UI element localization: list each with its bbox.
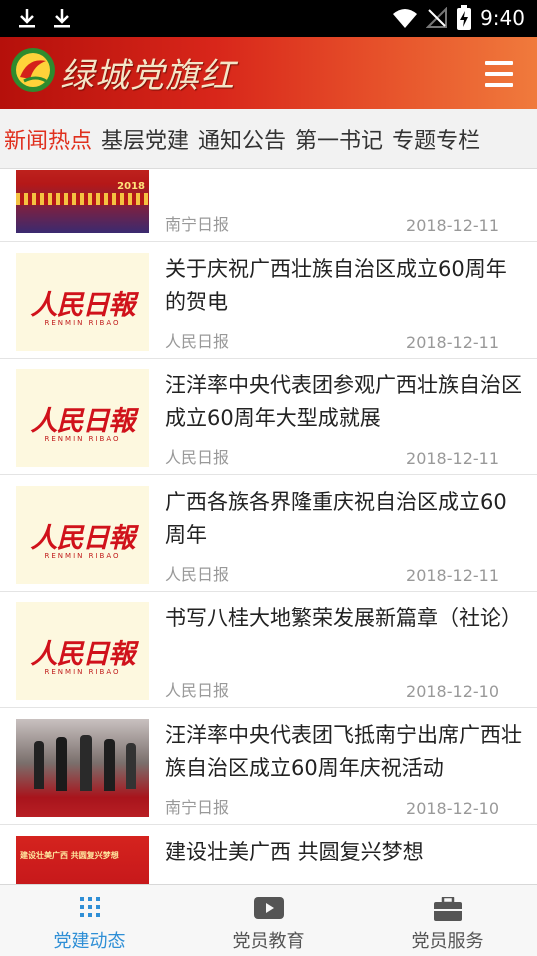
bottom-nav: 党建动态 党员教育 党员服务 — [0, 884, 537, 956]
news-source: 人民日报 — [165, 681, 230, 700]
nav-party-education[interactable]: 党员教育 — [179, 885, 358, 956]
news-title: 广西各族各界隆重庆祝自治区成立60周年 — [165, 490, 507, 547]
news-source: 人民日报 — [165, 448, 230, 467]
nav-party-news[interactable]: 党建动态 — [0, 885, 179, 956]
nav-label: 党建动态 — [53, 931, 126, 952]
news-thumbnail: 人民日報 RENMIN RIBAO — [16, 486, 149, 584]
news-thumbnail: 建设壮美广西 共圆复兴梦想 — [16, 836, 149, 884]
news-list: 2018 南宁日报 2018-12-11 人民日報 RENMIN RIBAO 关… — [0, 170, 537, 884]
news-thumbnail: 人民日報 RENMIN RIBAO — [16, 602, 149, 700]
renmin-ribao-sub: RENMIN RIBAO — [44, 668, 121, 676]
list-item[interactable]: 人民日報 RENMIN RIBAO 广西各族各界隆重庆祝自治区成立60周年 人民… — [0, 476, 537, 592]
category-tabs: 新闻热点 基层党建 通知公告 第一书记 专题专栏 — [0, 109, 537, 169]
status-bar: 9:40 — [0, 0, 537, 37]
news-date: 2018-12-11 — [406, 333, 499, 352]
news-title: 书写八桂大地繁荣发展新篇章（社论） — [165, 606, 522, 630]
news-source: 南宁日报 — [165, 798, 230, 817]
menu-icon — [485, 61, 513, 65]
battery-charging-icon — [457, 5, 471, 30]
party-emblem-logo — [11, 48, 55, 92]
app-title: 绿城党旗红 — [60, 56, 235, 96]
download-icon — [54, 9, 70, 28]
menu-button[interactable] — [485, 61, 513, 87]
list-item[interactable]: 汪洋率中央代表团飞抵南宁出席广西壮族自治区成立60周年庆祝活动 南宁日报 201… — [0, 709, 537, 825]
news-title: 汪洋率中央代表团参观广西壮族自治区成立60周年大型成就展 — [165, 373, 522, 430]
news-date: 2018-12-10 — [406, 682, 499, 701]
news-date: 2018-12-10 — [406, 799, 499, 818]
tab-news-hotspot[interactable]: 新闻热点 — [4, 123, 92, 155]
thumbnail-banner-text: 建设壮美广西 共圆复兴梦想 — [20, 851, 119, 860]
list-item[interactable]: 2018 南宁日报 2018-12-11 — [0, 170, 537, 242]
news-thumbnail: 2018 — [16, 170, 149, 233]
news-title: 汪洋率中央代表团飞抵南宁出席广西壮族自治区成立60周年庆祝活动 — [165, 723, 522, 780]
news-source: 人民日报 — [165, 332, 230, 351]
news-thumbnail: 人民日報 RENMIN RIBAO — [16, 253, 149, 351]
news-thumbnail — [16, 719, 149, 817]
list-item[interactable]: 人民日報 RENMIN RIBAO 书写八桂大地繁荣发展新篇章（社论） 人民日报… — [0, 592, 537, 708]
list-item[interactable]: 人民日報 RENMIN RIBAO 汪洋率中央代表团参观广西壮族自治区成立60周… — [0, 359, 537, 475]
news-date: 2018-12-11 — [406, 216, 499, 235]
renmin-ribao-sub: RENMIN RIBAO — [44, 435, 121, 443]
renmin-ribao-logo: 人民日報 — [30, 406, 136, 437]
list-item[interactable]: 建设壮美广西 共圆复兴梦想 建设壮美广西 共圆复兴梦想 — [0, 826, 537, 884]
tab-grassroots-party[interactable]: 基层党建 — [101, 123, 189, 155]
news-thumbnail: 人民日報 RENMIN RIBAO — [16, 369, 149, 467]
tab-notices[interactable]: 通知公告 — [198, 123, 286, 155]
tab-special-column[interactable]: 专题专栏 — [392, 123, 480, 155]
nav-label: 党员服务 — [411, 931, 484, 952]
news-date: 2018-12-11 — [406, 566, 499, 585]
news-date: 2018-12-11 — [406, 449, 499, 468]
news-title: 建设壮美广西 共圆复兴梦想 — [165, 840, 424, 864]
briefcase-icon — [433, 897, 462, 921]
news-source: 人民日报 — [165, 565, 230, 584]
news-source: 南宁日报 — [165, 215, 230, 234]
renmin-ribao-sub: RENMIN RIBAO — [44, 552, 121, 560]
list-item[interactable]: 人民日報 RENMIN RIBAO 关于庆祝广西壮族自治区成立60周年的贺电 人… — [0, 243, 537, 359]
no-signal-icon — [426, 7, 447, 28]
download-icon — [19, 9, 35, 28]
wifi-icon — [393, 9, 417, 28]
news-title: 关于庆祝广西壮族自治区成立60周年的贺电 — [165, 257, 507, 314]
grid-icon — [79, 897, 100, 917]
renmin-ribao-logo: 人民日報 — [30, 639, 136, 670]
renmin-ribao-sub: RENMIN RIBAO — [44, 319, 121, 327]
nav-party-services[interactable]: 党员服务 — [358, 885, 537, 956]
thumbnail-year-text: 2018 — [117, 181, 145, 192]
renmin-ribao-logo: 人民日報 — [30, 290, 136, 321]
video-play-icon — [253, 897, 284, 919]
app-bar: 绿城党旗红 — [0, 37, 537, 109]
renmin-ribao-logo: 人民日報 — [30, 523, 136, 554]
tab-first-secretary[interactable]: 第一书记 — [295, 123, 383, 155]
status-time: 9:40 — [480, 6, 525, 30]
nav-label: 党员教育 — [232, 931, 305, 952]
